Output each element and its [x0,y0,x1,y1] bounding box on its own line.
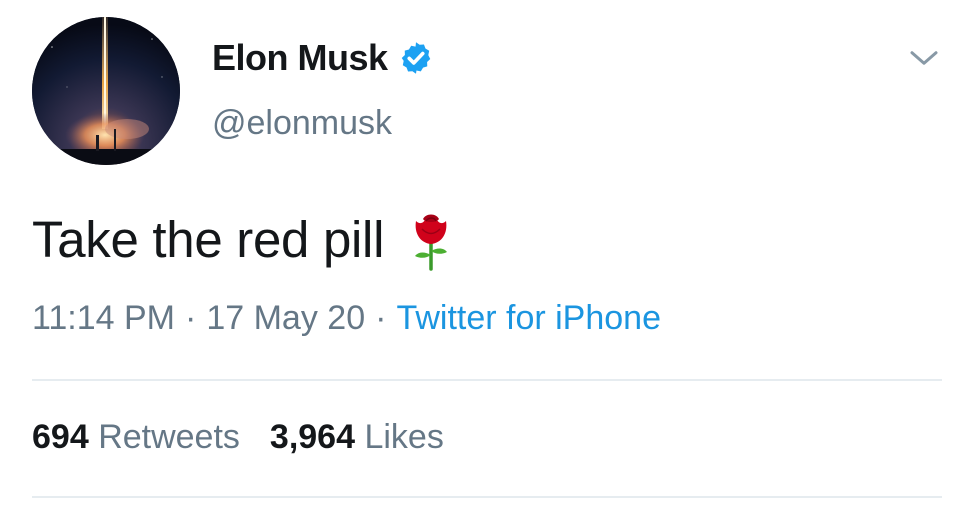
tweet-meta: 11:14 PM · 17 May 20 · Twitter for iPhone [32,299,661,338]
divider [32,496,942,498]
avatar-image [32,17,180,165]
tweet-source-link[interactable]: Twitter for iPhone [396,299,661,337]
handle[interactable]: @elonmusk [212,104,392,143]
chevron-down-icon[interactable] [906,40,942,76]
author-name-row[interactable]: Elon Musk [212,34,434,82]
tweet-time[interactable]: 11:14 PM [32,299,175,337]
verified-badge-icon [401,42,430,74]
tweet-stats: 694 Retweets 3,964 Likes [32,418,444,457]
retweets-label: Retweets [98,418,240,456]
retweets-stat[interactable]: 694 Retweets [32,418,240,456]
tweet-body: Take the red pill [32,210,385,268]
rose-icon [415,214,448,271]
meta-separator: · [375,299,387,337]
divider [32,379,942,381]
avatar[interactable] [32,17,180,165]
meta-separator: · [185,299,197,337]
tweet-text: Take the red pill [32,204,456,274]
tweet-date[interactable]: 17 May 20 [206,299,365,337]
display-name[interactable]: Elon Musk [212,37,388,79]
retweets-count: 694 [32,418,89,456]
likes-count: 3,964 [269,418,356,456]
likes-label: Likes [364,418,444,456]
likes-stat[interactable]: 3,964 Likes [270,418,444,456]
